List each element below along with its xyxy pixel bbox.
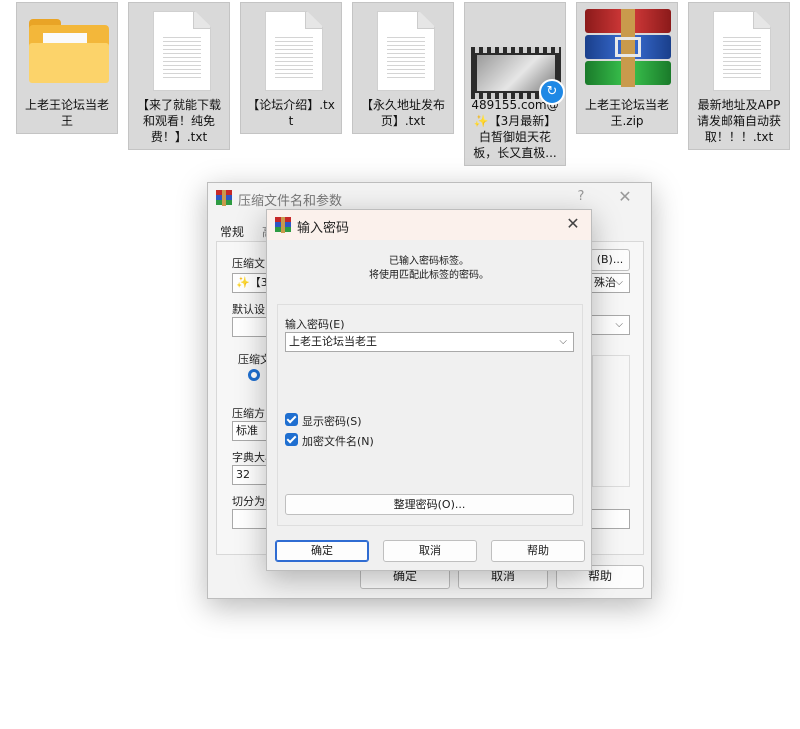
password-info-line2: 将使用匹配此标签的密码。 <box>369 270 489 281</box>
text-document-icon <box>713 11 771 91</box>
organize-passwords-button[interactable]: 整理密码(O)... <box>285 494 574 515</box>
show-password-label: 显示密码(S) <box>302 415 362 428</box>
close-icon[interactable]: ✕ <box>561 214 585 233</box>
winrar-app-icon <box>216 190 232 206</box>
enter-password-dialog: 输入密码 ✕ 已输入密码标签。 将使用匹配此标签的密码。 输入密码(E) 上老王… <box>266 209 592 571</box>
close-icon[interactable]: ✕ <box>613 187 637 206</box>
file-txt-forum-intro[interactable]: 【论坛介绍】.txt <box>240 2 342 134</box>
winrar-app-icon <box>275 217 291 233</box>
archive-name-label: 压缩文 <box>232 257 265 270</box>
password-input-label: 输入密码(E) <box>285 318 345 331</box>
help-icon[interactable]: ? <box>569 189 593 204</box>
password-dialog-titlebar: 输入密码 ✕ <box>267 210 591 240</box>
text-document-icon <box>153 11 211 91</box>
password-input[interactable]: 上老王论坛当老王 ⌵ <box>285 332 574 352</box>
update-mode-select[interactable]: 殊治 ⌵ <box>590 273 630 293</box>
video-thumbnail-icon: ↻ <box>471 47 565 105</box>
password-cancel-button[interactable]: 取消 <box>383 540 477 562</box>
compression-method-label: 压缩方 <box>232 407 265 420</box>
file-label: 【来了就能下载和观看！纯免费！】.txt <box>136 98 221 144</box>
tab-general[interactable]: 常规 <box>220 223 244 240</box>
encrypt-filenames-label: 加密文件名(N) <box>302 435 374 448</box>
archive-dialog-title: 压缩文件名和参数 <box>238 194 343 209</box>
file-txt-latest-address[interactable]: 最新地址及APP请发邮箱自动获取！！！.txt <box>688 2 790 150</box>
password-dialog-title: 输入密码 <box>297 221 350 236</box>
text-document-icon <box>265 11 323 91</box>
video-player-badge-icon: ↻ <box>539 79 565 105</box>
password-help-button[interactable]: 帮助 <box>491 540 585 562</box>
browse-button[interactable]: (B)... <box>590 249 630 271</box>
file-label: 上老王论坛当老王.zip <box>584 98 669 128</box>
chevron-down-icon: ⌵ <box>615 277 623 288</box>
file-label: 489155.com@✨【3月最新】白皙御姐天花板，长又直极... <box>471 98 559 160</box>
file-label: 最新地址及APP请发邮箱自动获取！！！.txt <box>696 98 781 144</box>
file-label: 上老王论坛当老王 <box>24 98 109 128</box>
options-group <box>592 355 630 487</box>
password-info-line1: 已输入密码标签。 <box>389 256 469 267</box>
format-radio[interactable] <box>248 369 260 381</box>
file-txt-download[interactable]: 【来了就能下载和观看！纯免费！】.txt <box>128 2 230 150</box>
password-ok-button[interactable]: 确定 <box>275 540 369 562</box>
chevron-down-icon: ⌵ <box>615 319 623 330</box>
file-label: 【论坛介绍】.txt <box>247 98 335 128</box>
file-video[interactable]: ↻ 489155.com@✨【3月最新】白皙御姐天花板，长又直极... <box>464 2 566 166</box>
winrar-archive-icon <box>585 9 671 87</box>
right-select[interactable]: ⌵ <box>590 315 630 335</box>
encrypt-filenames-checkbox[interactable] <box>285 433 298 446</box>
right-bottom-field[interactable] <box>590 509 630 529</box>
text-document-icon <box>377 11 435 91</box>
folder-icon <box>29 19 109 83</box>
default-settings-label: 默认设 <box>232 303 265 316</box>
chevron-down-icon[interactable]: ⌵ <box>559 333 567 351</box>
show-password-checkbox[interactable] <box>285 413 298 426</box>
file-txt-permanent-address[interactable]: 【永久地址发布页】.txt <box>352 2 454 134</box>
file-folder[interactable]: 上老王论坛当老王 <box>16 2 118 134</box>
file-zip[interactable]: 上老王论坛当老王.zip <box>576 2 678 134</box>
file-label: 【永久地址发布页】.txt <box>360 98 445 128</box>
